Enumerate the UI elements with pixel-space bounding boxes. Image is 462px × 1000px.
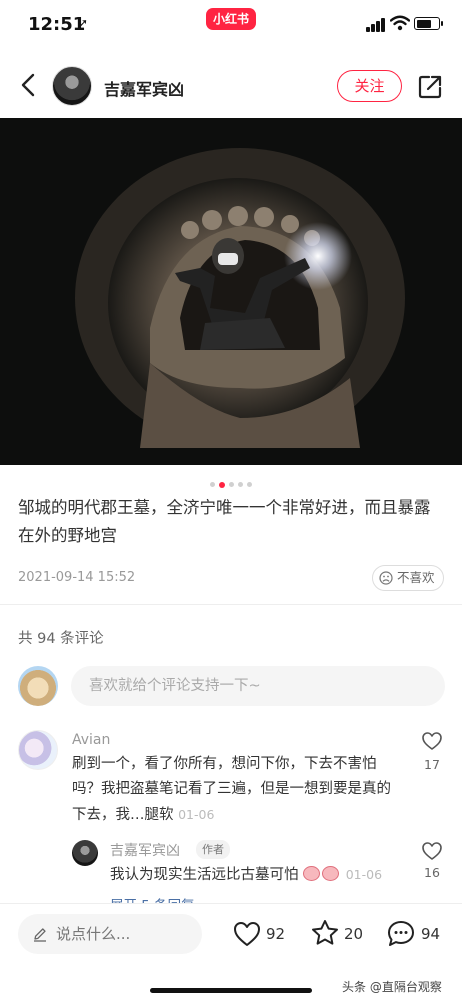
reply-like-count: 16: [424, 865, 440, 880]
reply-author-avatar[interactable]: [72, 840, 98, 866]
pager-dot: [238, 482, 243, 487]
comment-like-count: 17: [424, 757, 440, 772]
nav-bar: 吉嘉军宾凶 关注: [0, 52, 462, 118]
post-photo[interactable]: [0, 118, 462, 465]
comment-date: 01-06: [178, 807, 215, 822]
follow-button[interactable]: 关注: [337, 70, 402, 102]
favorite-count: 20: [344, 925, 364, 943]
like-heart-icon[interactable]: [232, 919, 262, 949]
watermark-text: 头条 @直隔台观察: [342, 980, 442, 994]
app-badge: 小红书: [206, 8, 256, 30]
say-something-placeholder: 说点什么...: [56, 925, 131, 943]
my-avatar: [18, 666, 58, 706]
location-arrow-icon: ➚: [78, 16, 89, 30]
divider: [0, 604, 462, 605]
say-something-input[interactable]: 说点什么...: [18, 914, 202, 954]
pager-dot: [229, 482, 234, 487]
reply-author-name[interactable]: 吉嘉军宾凶: [110, 840, 180, 860]
back-arrow-icon[interactable]: [14, 70, 44, 100]
pager-dot: [210, 482, 215, 487]
heart-icon[interactable]: [421, 840, 443, 862]
like-count: 92: [266, 925, 286, 943]
pager-dot: [219, 481, 225, 488]
share-icon[interactable]: [416, 73, 444, 101]
reply-date: 01-06: [345, 867, 383, 882]
post-date: 2021-09-14 15:52: [18, 570, 136, 585]
comment-text[interactable]: 刷到一个，看了你所有，想问下你，下去不害怕吗？我把盗墓笔记看了三遍，但是一想到要…: [72, 752, 402, 828]
comment-count: 共 94 条评论: [18, 631, 104, 647]
reply-text[interactable]: 我认为现实生活远比古墓可怕 01-06: [110, 862, 382, 888]
author-tag: 作者: [196, 840, 230, 859]
wifi-icon: [390, 15, 410, 31]
battery-icon: [414, 17, 443, 30]
status-time: 12:51: [28, 14, 86, 35]
pig-emoji-icon: [322, 866, 340, 881]
dislike-label: 不喜欢: [397, 570, 435, 585]
post-title: 邹城的明代郡王墓，全济宁唯一一个非常好进，而且暴露在外的野地宫: [18, 498, 431, 545]
signal-icon: [366, 18, 386, 32]
status-bar: 12:51 ➚ 小红书: [0, 0, 462, 52]
comment-bubble-icon[interactable]: [386, 919, 416, 949]
pig-emoji-icon: [303, 866, 321, 881]
tunnel-photo-image: [0, 118, 462, 465]
comment-body: 刷到一个，看了你所有，想问下你，下去不害怕吗？我把盗墓笔记看了三遍，但是一想到要…: [72, 756, 391, 823]
commenter-name[interactable]: Avian: [72, 732, 110, 748]
favorite-star-icon[interactable]: [310, 918, 340, 948]
dislike-button[interactable]: 不喜欢: [372, 565, 444, 591]
author-avatar[interactable]: [52, 66, 92, 106]
bottom-bar: 说点什么... 92 20 94 头条 @直隔台观察: [0, 903, 462, 1000]
author-name[interactable]: 吉嘉军宾凶: [104, 76, 184, 100]
comment-count-bottom: 94: [421, 925, 441, 943]
pager-dot: [247, 482, 252, 487]
comment-input[interactable]: 喜欢就给个评论支持一下~: [71, 666, 445, 706]
reply-body: 我认为现实生活远比古墓可怕: [110, 867, 299, 883]
heart-icon[interactable]: [421, 730, 443, 752]
sad-face-icon: [379, 571, 393, 585]
pen-icon: [34, 928, 46, 942]
commenter-avatar[interactable]: [18, 730, 58, 770]
image-pager-dots: [0, 474, 462, 488]
home-indicator: [150, 988, 312, 993]
battery-fill: [416, 19, 431, 28]
